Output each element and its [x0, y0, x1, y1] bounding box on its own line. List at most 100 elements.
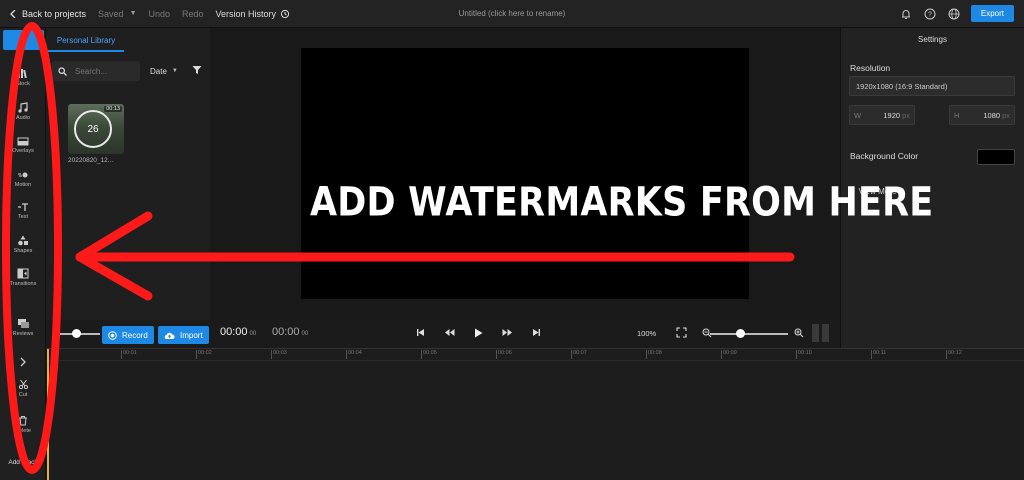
rail-label: Motion: [14, 182, 32, 188]
sort-dropdown[interactable]: Date ▼: [150, 67, 178, 76]
rail-label: Shapes: [13, 248, 33, 254]
import-button[interactable]: Import: [158, 326, 209, 344]
ruler-tick: 00:12: [946, 350, 962, 359]
rewind-icon[interactable]: [444, 328, 455, 339]
ruler-tick: 00:02: [196, 350, 212, 359]
undo-button[interactable]: Undo: [149, 9, 171, 19]
rail-item-delete[interactable]: Delete: [0, 415, 46, 434]
resolution-label: Resolution: [850, 63, 891, 73]
record-button[interactable]: Record: [102, 326, 154, 344]
rail-label: Delete: [15, 428, 31, 434]
zoom-percent[interactable]: 100%: [637, 329, 656, 338]
play-icon[interactable]: [474, 328, 483, 340]
project-title[interactable]: Untitled (click here to rename): [459, 9, 566, 18]
sort-label: Date: [150, 66, 167, 76]
fast-forward-icon[interactable]: [502, 328, 513, 339]
ruler-tick: 00:04: [346, 350, 362, 359]
ruler-tick: 00:06: [496, 350, 512, 359]
text-icon: [18, 203, 28, 211]
chevron-left-icon: [10, 9, 16, 18]
height-field[interactable]: H 1080 px: [949, 105, 1015, 125]
width-key: W: [854, 110, 862, 120]
ruler-tick: 00:05: [421, 350, 437, 359]
rail-item-transitions[interactable]: Transitions: [0, 268, 46, 287]
transport-bar: Record Import 00:00 00 00:00 00 100%: [46, 320, 840, 348]
rail-item-overlays[interactable]: Overlays: [0, 136, 46, 154]
rail-item-shapes[interactable]: Shapes: [0, 235, 46, 254]
video-editor-window: Back to projects Saved ▼ Undo Redo Versi…: [0, 0, 1024, 480]
total-frames: 00: [301, 331, 309, 337]
media-thumbnail[interactable]: 00:13 26: [68, 104, 124, 154]
add-track-button[interactable]: Add Track: [0, 459, 46, 466]
ruler-tick: 00:07: [571, 350, 587, 359]
width-unit: px: [902, 110, 910, 120]
back-to-projects-button[interactable]: Back to projects: [10, 9, 86, 19]
countdown-value: 26: [87, 123, 99, 135]
preview-stage: [210, 28, 840, 320]
motion-icon: [18, 172, 28, 178]
overlays-icon: [17, 137, 29, 146]
rail-label: Cut: [18, 392, 28, 398]
ruler-tick: 00:09: [721, 350, 737, 359]
zoom-slider-track[interactable]: [710, 333, 788, 335]
fullscreen-icon[interactable]: [676, 327, 687, 340]
rail-item-reviews[interactable]: Reviews: [0, 318, 46, 337]
transitions-icon: [17, 268, 29, 279]
rail-item-text[interactable]: Text: [0, 202, 46, 220]
zoom-in-icon[interactable]: [794, 328, 804, 340]
import-label: Import: [180, 330, 203, 340]
zoom-slider-handle[interactable]: [736, 329, 745, 338]
width-field[interactable]: W 1920 px: [849, 105, 915, 125]
height-key: H: [954, 110, 960, 120]
background-color-label: Background Color: [850, 151, 919, 161]
cloud-upload-icon: [164, 332, 175, 339]
height-value: 1080: [983, 110, 1001, 120]
timeline-ruler[interactable]: 00:01 00:02 00:03 00:04 00:05 00:06 00:0…: [46, 349, 1024, 361]
resolution-select[interactable]: 1920x1080 (16:9 Standard): [849, 76, 1015, 96]
skip-to-end-icon[interactable]: [532, 328, 541, 339]
timeline-expand-button[interactable]: [0, 357, 46, 369]
rail-item-cut[interactable]: Cut: [0, 379, 46, 398]
ruler-tick: 00:08: [646, 350, 662, 359]
svg-text:?: ?: [928, 11, 932, 18]
library-search-input[interactable]: Search...: [52, 61, 140, 81]
trash-icon: [19, 416, 27, 426]
redo-button[interactable]: Redo: [182, 9, 204, 19]
rail-label: Reviews: [12, 331, 34, 337]
settings-title: Settings: [918, 35, 947, 44]
filter-icon[interactable]: [192, 62, 202, 80]
current-frames: 00: [249, 331, 257, 337]
saved-dropdown-caret-icon[interactable]: ▼: [130, 10, 137, 17]
reviews-icon: [17, 319, 29, 328]
rail-item-motion[interactable]: Motion: [0, 170, 46, 188]
tab-personal-library[interactable]: Personal Library: [48, 30, 124, 52]
library-panel: Personal Library Search... Date ▼ 00:13 …: [46, 28, 210, 348]
rail-item-stock[interactable]: Stock: [0, 68, 46, 87]
help-icon[interactable]: ?: [923, 7, 937, 21]
total-time: 00:00: [272, 326, 300, 338]
media-tab-button[interactable]: [3, 30, 44, 50]
bell-icon[interactable]: [899, 7, 913, 21]
rail-item-audio[interactable]: Audio: [0, 102, 46, 121]
skip-to-start-icon[interactable]: [416, 328, 425, 339]
ruler-tick: 00:03: [271, 350, 287, 359]
current-time: 00:00: [220, 326, 248, 338]
total-timecode: 00:00 00: [272, 326, 308, 338]
panel-toggle-button[interactable]: [812, 324, 832, 342]
annotation-text: ADD WATERMARKS FROM HERE: [310, 180, 934, 226]
volume-slider-handle[interactable]: [72, 329, 81, 338]
background-color-swatch[interactable]: [977, 149, 1015, 165]
media-duration: 00:13: [104, 106, 122, 112]
height-unit: px: [1002, 110, 1010, 120]
version-history-button[interactable]: Version History: [216, 9, 291, 19]
back-label: Back to projects: [22, 8, 87, 19]
rail-label: Transitions: [9, 281, 37, 287]
export-button[interactable]: Export: [970, 5, 1014, 22]
video-canvas[interactable]: [301, 48, 749, 299]
search-placeholder: Search...: [75, 66, 108, 76]
globe-icon[interactable]: [947, 7, 961, 21]
chevron-down-icon: ▼: [171, 68, 178, 74]
chevron-right-icon: [20, 357, 26, 367]
timeline-playhead[interactable]: [47, 349, 49, 480]
rail-label: Overlays: [12, 148, 34, 154]
